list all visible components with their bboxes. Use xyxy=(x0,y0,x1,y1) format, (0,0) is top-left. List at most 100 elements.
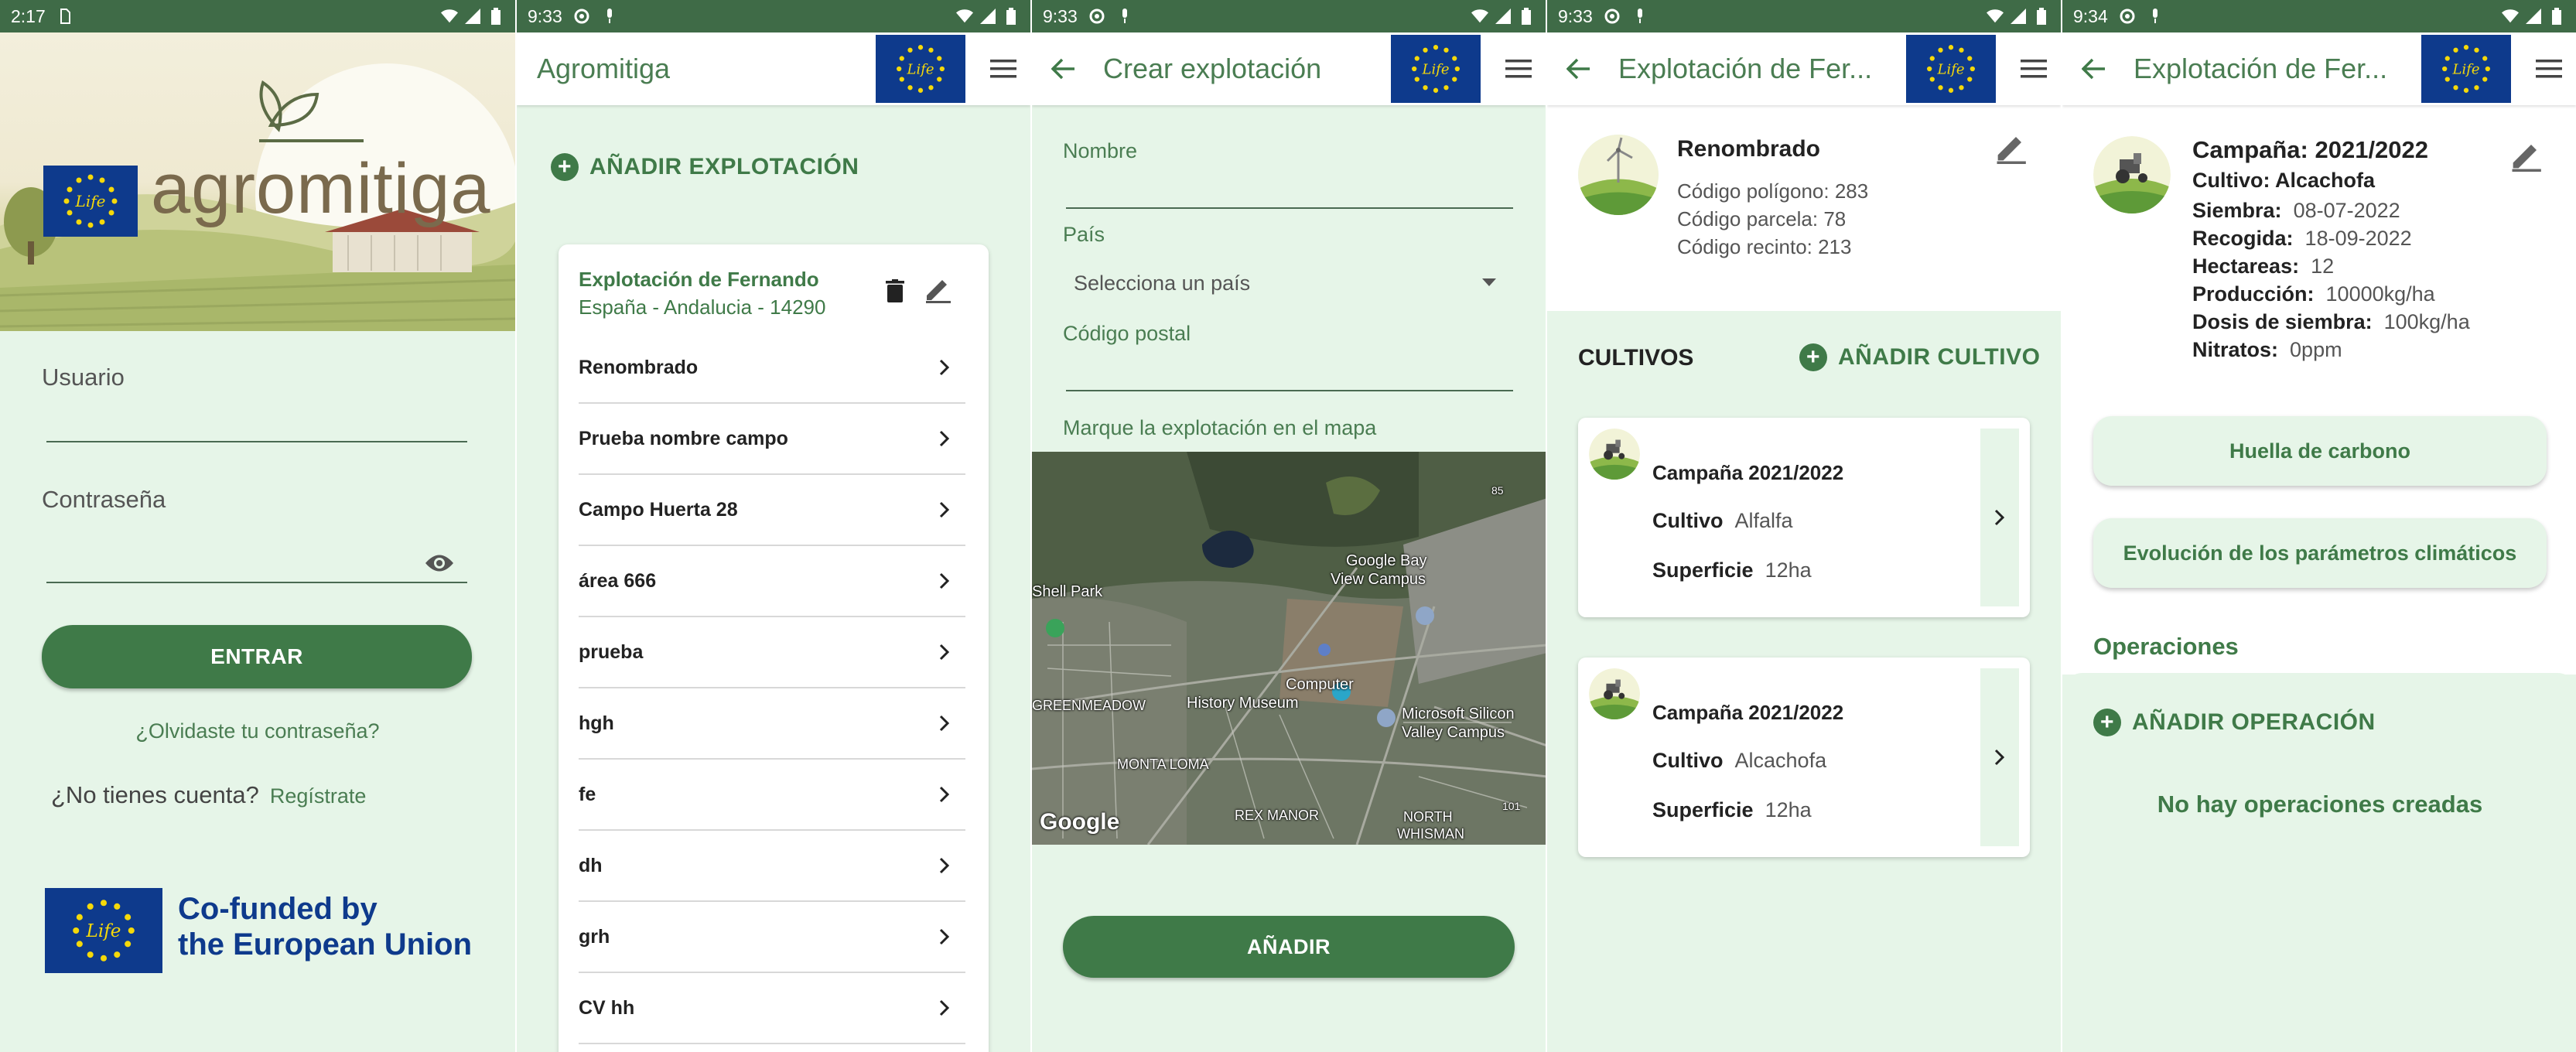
chevron-right-icon xyxy=(933,783,956,806)
status-bar: 9:33 xyxy=(1547,0,2061,32)
empty-operations-text: No hay operaciones creadas xyxy=(2157,791,2483,818)
add-crop-button[interactable]: + AÑADIR CULTIVO xyxy=(1799,343,2040,371)
country-select[interactable]: Selecciona un país xyxy=(1063,258,1516,308)
map-hint: Marque la explotación en el mapa xyxy=(1063,416,1377,439)
chevron-right-icon xyxy=(933,854,956,877)
detail-label: Nitratos: xyxy=(2192,338,2279,361)
map-label: WHISMAN xyxy=(1397,826,1464,842)
back-arrow-icon[interactable] xyxy=(1032,32,1094,105)
field-item-label: Renombrado xyxy=(579,356,699,378)
eye-icon[interactable] xyxy=(424,548,455,579)
username-input[interactable] xyxy=(46,401,467,442)
eu-life-logo: Life xyxy=(1391,35,1481,103)
field-item-label: prueba xyxy=(579,640,644,663)
climate-params-button[interactable]: Evolución de los parámetros climáticos xyxy=(2093,518,2547,588)
map-label: History Museum xyxy=(1187,695,1299,712)
google-logo: Google xyxy=(1040,809,1120,835)
field-list-item[interactable]: Prueba nombre campo xyxy=(579,404,965,475)
crop-detail-row: Nitratos: 0ppm xyxy=(2192,336,2470,364)
status-bar: 2:17 xyxy=(0,0,515,32)
crops-section-title: CULTIVOS xyxy=(1578,345,1694,371)
battery-icon xyxy=(2033,8,2050,25)
add-icon: + xyxy=(551,153,579,181)
login-button[interactable]: ENTRAR xyxy=(42,625,472,688)
edit-icon[interactable] xyxy=(1994,132,2028,166)
chevron-right-icon xyxy=(933,925,956,948)
crop-info-panel: Campaña: 2021/2022 Cultivo: Alcachofa Si… xyxy=(2062,105,2576,381)
mic-icon xyxy=(1631,8,1648,25)
field-list-item[interactable]: dh xyxy=(579,831,965,902)
status-time: 9:33 xyxy=(528,5,562,26)
detail-value: 12 xyxy=(2311,254,2335,278)
field-list-item[interactable]: prueba xyxy=(579,617,965,688)
forgot-password-link[interactable]: ¿Olvidaste tu contraseña? xyxy=(0,719,515,743)
detail-value: 10000kg/ha xyxy=(2325,282,2435,306)
farm-location: España - Andalucia - 14290 xyxy=(579,295,826,319)
name-input[interactable] xyxy=(1066,170,1513,209)
battery-icon xyxy=(1003,8,1020,25)
field-list-item[interactable]: fe xyxy=(579,760,965,831)
poligono-code: Código polígono: 283 xyxy=(1677,179,1869,203)
add-operation-button[interactable]: + AÑADIR OPERACIÓN xyxy=(2093,709,2376,736)
wifi-icon xyxy=(956,8,973,25)
detail-value: 18-09-2022 xyxy=(2304,227,2412,250)
edit-icon[interactable] xyxy=(921,272,955,306)
svg-text:Life: Life xyxy=(86,921,121,941)
menu-icon[interactable] xyxy=(2007,32,2061,105)
field-list-item[interactable]: hgh xyxy=(579,688,965,760)
field-list-item[interactable]: grh xyxy=(579,902,965,973)
menu-icon[interactable] xyxy=(976,32,1030,105)
crop-card[interactable]: Campaña 2021/2022 Cultivo Alcachofa Superf… xyxy=(1578,658,2030,857)
location-map[interactable]: Google Bay View Campus Shell Park Comput… xyxy=(1032,452,1546,845)
add-button[interactable]: AÑADIR xyxy=(1063,916,1515,978)
map-label: REX MANOR xyxy=(1235,808,1320,823)
map-label: View Campus xyxy=(1331,571,1426,588)
chevron-right-icon xyxy=(933,712,956,735)
map-label: 101 xyxy=(1502,800,1521,812)
recinto-code: Código recinto: 213 xyxy=(1677,235,1852,258)
field-item-label: Prueba nombre campo xyxy=(579,427,788,449)
delete-icon[interactable] xyxy=(882,275,908,306)
field-list-item[interactable]: Campo Huerta 28 xyxy=(579,475,965,546)
chevron-right-icon xyxy=(933,427,956,450)
field-list-item[interactable]: Renombrado xyxy=(579,333,965,404)
settings-status-icon xyxy=(1604,8,1621,25)
crop-open-strip[interactable] xyxy=(1980,668,2019,846)
add-farm-button[interactable]: + AÑADIR EXPLOTACIÓN xyxy=(551,153,859,181)
map-label: Google Bay xyxy=(1346,552,1427,569)
crop-open-strip[interactable] xyxy=(1980,429,2019,606)
edit-icon[interactable] xyxy=(2509,139,2544,173)
password-input[interactable] xyxy=(46,541,467,583)
create-farm-screen: 9:33 Crear explotación Life Nombre País … xyxy=(1030,0,1546,1052)
crop-campaign: Campaña 2021/2022 xyxy=(1652,701,1844,724)
detail-value: 100kg/ha xyxy=(2383,310,2470,333)
postal-label: Código postal xyxy=(1063,322,1191,345)
register-row: ¿No tienes cuenta? Regístrate xyxy=(51,781,366,809)
password-label: Contraseña xyxy=(42,486,166,513)
field-list-item[interactable]: CV hh xyxy=(579,973,965,1044)
operations-panel: + AÑADIR OPERACIÓN No hay operaciones cr… xyxy=(2062,673,2576,1052)
menu-icon[interactable] xyxy=(1491,32,1546,105)
postal-input[interactable] xyxy=(1066,353,1513,391)
status-time: 9:34 xyxy=(2073,5,2108,26)
carbon-footprint-button[interactable]: Huella de carbono xyxy=(2093,416,2547,486)
crop-type-row: Cultivo Alcachofa xyxy=(1652,749,1827,772)
chevron-right-icon xyxy=(933,356,956,379)
back-arrow-icon[interactable] xyxy=(2062,32,2124,105)
app-bar: Agromitiga Life xyxy=(517,32,1030,105)
battery-icon xyxy=(2548,8,2565,25)
field-list-item[interactable]: área 666 xyxy=(579,546,965,617)
settings-status-icon xyxy=(2119,8,2136,25)
sim-icon xyxy=(56,8,73,25)
back-arrow-icon[interactable] xyxy=(1547,32,1609,105)
status-time: 9:33 xyxy=(1558,5,1593,26)
detail-label: Recogida: xyxy=(2192,227,2294,250)
map-label: NORTH xyxy=(1403,809,1453,825)
tractor-avatar xyxy=(1589,429,1640,480)
app-bar: Crear explotación Life xyxy=(1032,32,1546,105)
eu-life-logo: Life xyxy=(1906,35,1996,103)
crop-card[interactable]: Campaña 2021/2022 Cultivo Alfalfa Superfic… xyxy=(1578,418,2030,617)
status-bar: 9:33 xyxy=(517,0,1030,32)
register-link[interactable]: Regístrate xyxy=(270,784,367,808)
menu-icon[interactable] xyxy=(2522,32,2576,105)
